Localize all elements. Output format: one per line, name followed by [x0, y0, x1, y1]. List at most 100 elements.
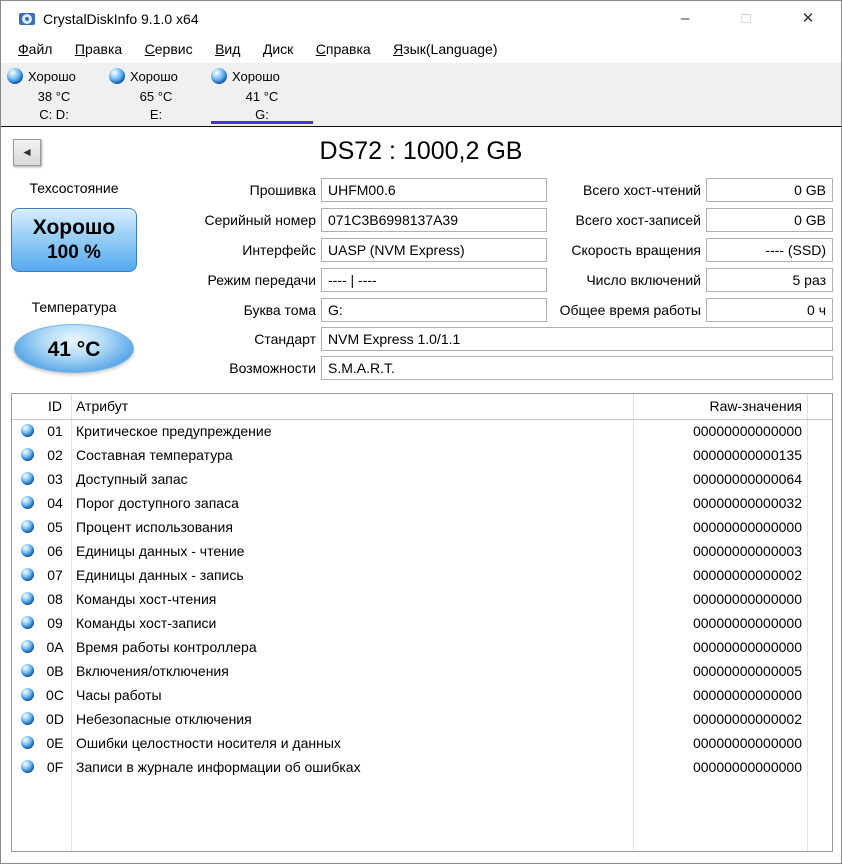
- field-value-drive-letter[interactable]: G:: [321, 298, 547, 322]
- smart-row[interactable]: 02 Составная температура 00000000000135: [12, 443, 832, 467]
- smart-row[interactable]: 03 Доступный запас 00000000000064: [12, 467, 832, 491]
- smart-row[interactable]: 0C Часы работы 00000000000000: [12, 683, 832, 707]
- field-value-host-writes[interactable]: 0 GB: [706, 208, 833, 232]
- cell-raw: 00000000000003: [692, 543, 802, 559]
- window-title: CrystalDiskInfo 9.1.0 x64: [43, 11, 199, 27]
- row-status-orb-icon: [21, 664, 34, 677]
- tab-temperature: 65 °C: [139, 89, 173, 104]
- field-value-serial-number[interactable]: 071C3B6998137A39: [321, 208, 547, 232]
- smart-row[interactable]: 04 Порог доступного запаса 0000000000003…: [12, 491, 832, 515]
- tab-temperature: 38 °C: [37, 89, 71, 104]
- cell-attribute: Составная температура: [76, 447, 233, 463]
- tab-status-label: Хорошо: [232, 68, 280, 84]
- field-value-interface[interactable]: UASP (NVM Express): [321, 238, 547, 262]
- health-status-button[interactable]: Хорошо 100 %: [11, 208, 137, 272]
- minimize-button[interactable]: –: [662, 3, 708, 35]
- health-section-label: Техсостояние: [29, 180, 119, 196]
- cell-attribute: Небезопасные отключения: [76, 711, 252, 727]
- menubar: Файл Правка Сервис Вид Диск Справка Язык…: [1, 37, 841, 64]
- menu-item-view[interactable]: Вид: [206, 37, 249, 61]
- smart-row[interactable]: 0D Небезопасные отключения 0000000000000…: [12, 707, 832, 731]
- row-status-orb-icon: [21, 736, 34, 749]
- drive-tabs-bar: Хорошо 38 °C C: D: Хорошо 65 °C E: Хорош…: [1, 63, 841, 127]
- cell-raw: 00000000000064: [692, 471, 802, 487]
- field-label-features: Возможности: [229, 360, 316, 376]
- field-label-standard: Стандарт: [254, 331, 316, 347]
- cell-attribute: Ошибки целостности носителя и данных: [76, 735, 341, 751]
- temperature-label: Температура: [31, 299, 117, 315]
- health-percent-text: 100 %: [47, 242, 101, 263]
- smart-row[interactable]: 09 Команды хост-записи 00000000000000: [12, 611, 832, 635]
- cell-raw: 00000000000000: [692, 735, 802, 751]
- cell-attribute: Команды хост-чтения: [76, 591, 217, 607]
- tab-status-label: Хорошо: [130, 68, 178, 84]
- cell-id: 06: [47, 543, 63, 559]
- drive-status-orb-icon: [7, 68, 23, 84]
- cell-attribute: Порог доступного запаса: [76, 495, 239, 511]
- tab-status-label: Хорошо: [28, 68, 76, 84]
- field-value-power-on-hours[interactable]: 0 ч: [706, 298, 833, 322]
- cell-attribute: Критическое предупреждение: [76, 423, 272, 439]
- cell-id: 0B: [46, 663, 64, 679]
- field-value-host-reads[interactable]: 0 GB: [706, 178, 833, 202]
- field-label-host-writes: Всего хост-записей: [575, 212, 701, 228]
- cell-attribute: Часы работы: [76, 687, 162, 703]
- cell-raw: 00000000000000: [692, 423, 802, 439]
- menu-item-language[interactable]: Язык(Language): [384, 37, 506, 61]
- temperature-value: 41 °C: [47, 338, 101, 361]
- field-value-firmware[interactable]: UHFM00.6: [321, 178, 547, 202]
- field-value-power-on-count[interactable]: 5 раз: [706, 268, 833, 292]
- drive-status-orb-icon: [109, 68, 125, 84]
- cell-attribute: Время работы контроллера: [76, 639, 257, 655]
- cell-id: 07: [47, 567, 63, 583]
- cell-raw: 00000000000002: [692, 711, 802, 727]
- cell-raw: 00000000000000: [692, 615, 802, 631]
- field-value-rotation-rate[interactable]: ---- (SSD): [706, 238, 833, 262]
- row-status-orb-icon: [21, 544, 34, 557]
- cell-id: 0E: [46, 735, 64, 751]
- row-status-orb-icon: [21, 520, 34, 533]
- close-button[interactable]: ✕: [785, 3, 831, 35]
- smart-row[interactable]: 08 Команды хост-чтения 00000000000000: [12, 587, 832, 611]
- cell-raw: 00000000000005: [692, 663, 802, 679]
- app-icon: [18, 10, 36, 28]
- menu-item-function[interactable]: Сервис: [136, 37, 202, 61]
- maximize-button[interactable]: □: [723, 3, 769, 35]
- smart-row[interactable]: 0F Записи в журнале информации об ошибка…: [12, 755, 832, 779]
- smart-table: ID Атрибут Raw-значения 01 Критическое п…: [11, 393, 833, 852]
- smart-row[interactable]: 01 Критическое предупреждение 0000000000…: [12, 419, 832, 443]
- field-value-standard[interactable]: NVM Express 1.0/1.1: [321, 327, 833, 351]
- cell-raw: 00000000000032: [692, 495, 802, 511]
- titlebar[interactable]: CrystalDiskInfo 9.1.0 x64 – □ ✕: [1, 1, 841, 37]
- tab-drive-letters: E:: [149, 107, 163, 122]
- smart-row[interactable]: 06 Единицы данных - чтение 0000000000000…: [12, 539, 832, 563]
- header-id: ID: [48, 398, 62, 414]
- field-value-features[interactable]: S.M.A.R.T.: [321, 356, 833, 380]
- cell-attribute: Единицы данных - запись: [76, 567, 244, 583]
- app-window: CrystalDiskInfo 9.1.0 x64 – □ ✕ Файл Пра…: [0, 0, 842, 864]
- menu-item-file[interactable]: Файл: [9, 37, 61, 61]
- smart-row[interactable]: 0A Время работы контроллера 000000000000…: [12, 635, 832, 659]
- smart-row[interactable]: 05 Процент использования 00000000000000: [12, 515, 832, 539]
- cell-id: 0A: [46, 639, 64, 655]
- cell-raw: 00000000000000: [692, 687, 802, 703]
- smart-row[interactable]: 07 Единицы данных - запись 0000000000000…: [12, 563, 832, 587]
- field-value-transfer-mode[interactable]: ---- | ----: [321, 268, 547, 292]
- menu-item-edit[interactable]: Правка: [66, 37, 131, 61]
- smart-row[interactable]: 0E Ошибки целостности носителя и данных …: [12, 731, 832, 755]
- row-status-orb-icon: [21, 760, 34, 773]
- cell-id: 0D: [46, 711, 64, 727]
- smart-row[interactable]: 0B Включения/отключения 00000000000005: [12, 659, 832, 683]
- field-label-serial-number: Серийный номер: [204, 212, 316, 228]
- drive-tab-e[interactable]: Хорошо 65 °C E:: [105, 63, 207, 126]
- menu-item-disk[interactable]: Диск: [254, 37, 302, 61]
- drive-tab-g-selected[interactable]: Хорошо 41 °C G:: [207, 63, 317, 126]
- field-label-drive-letter: Буква тома: [243, 302, 316, 318]
- header-raw: Raw-значения: [709, 398, 802, 414]
- row-status-orb-icon: [21, 640, 34, 653]
- drive-tab-cd[interactable]: Хорошо 38 °C C: D:: [3, 63, 105, 126]
- temperature-indicator[interactable]: 41 °C: [14, 324, 134, 373]
- field-label-power-on-hours: Общее время работы: [559, 302, 701, 318]
- menu-item-help[interactable]: Справка: [307, 37, 380, 61]
- field-label-rotation-rate: Скорость вращения: [571, 242, 701, 258]
